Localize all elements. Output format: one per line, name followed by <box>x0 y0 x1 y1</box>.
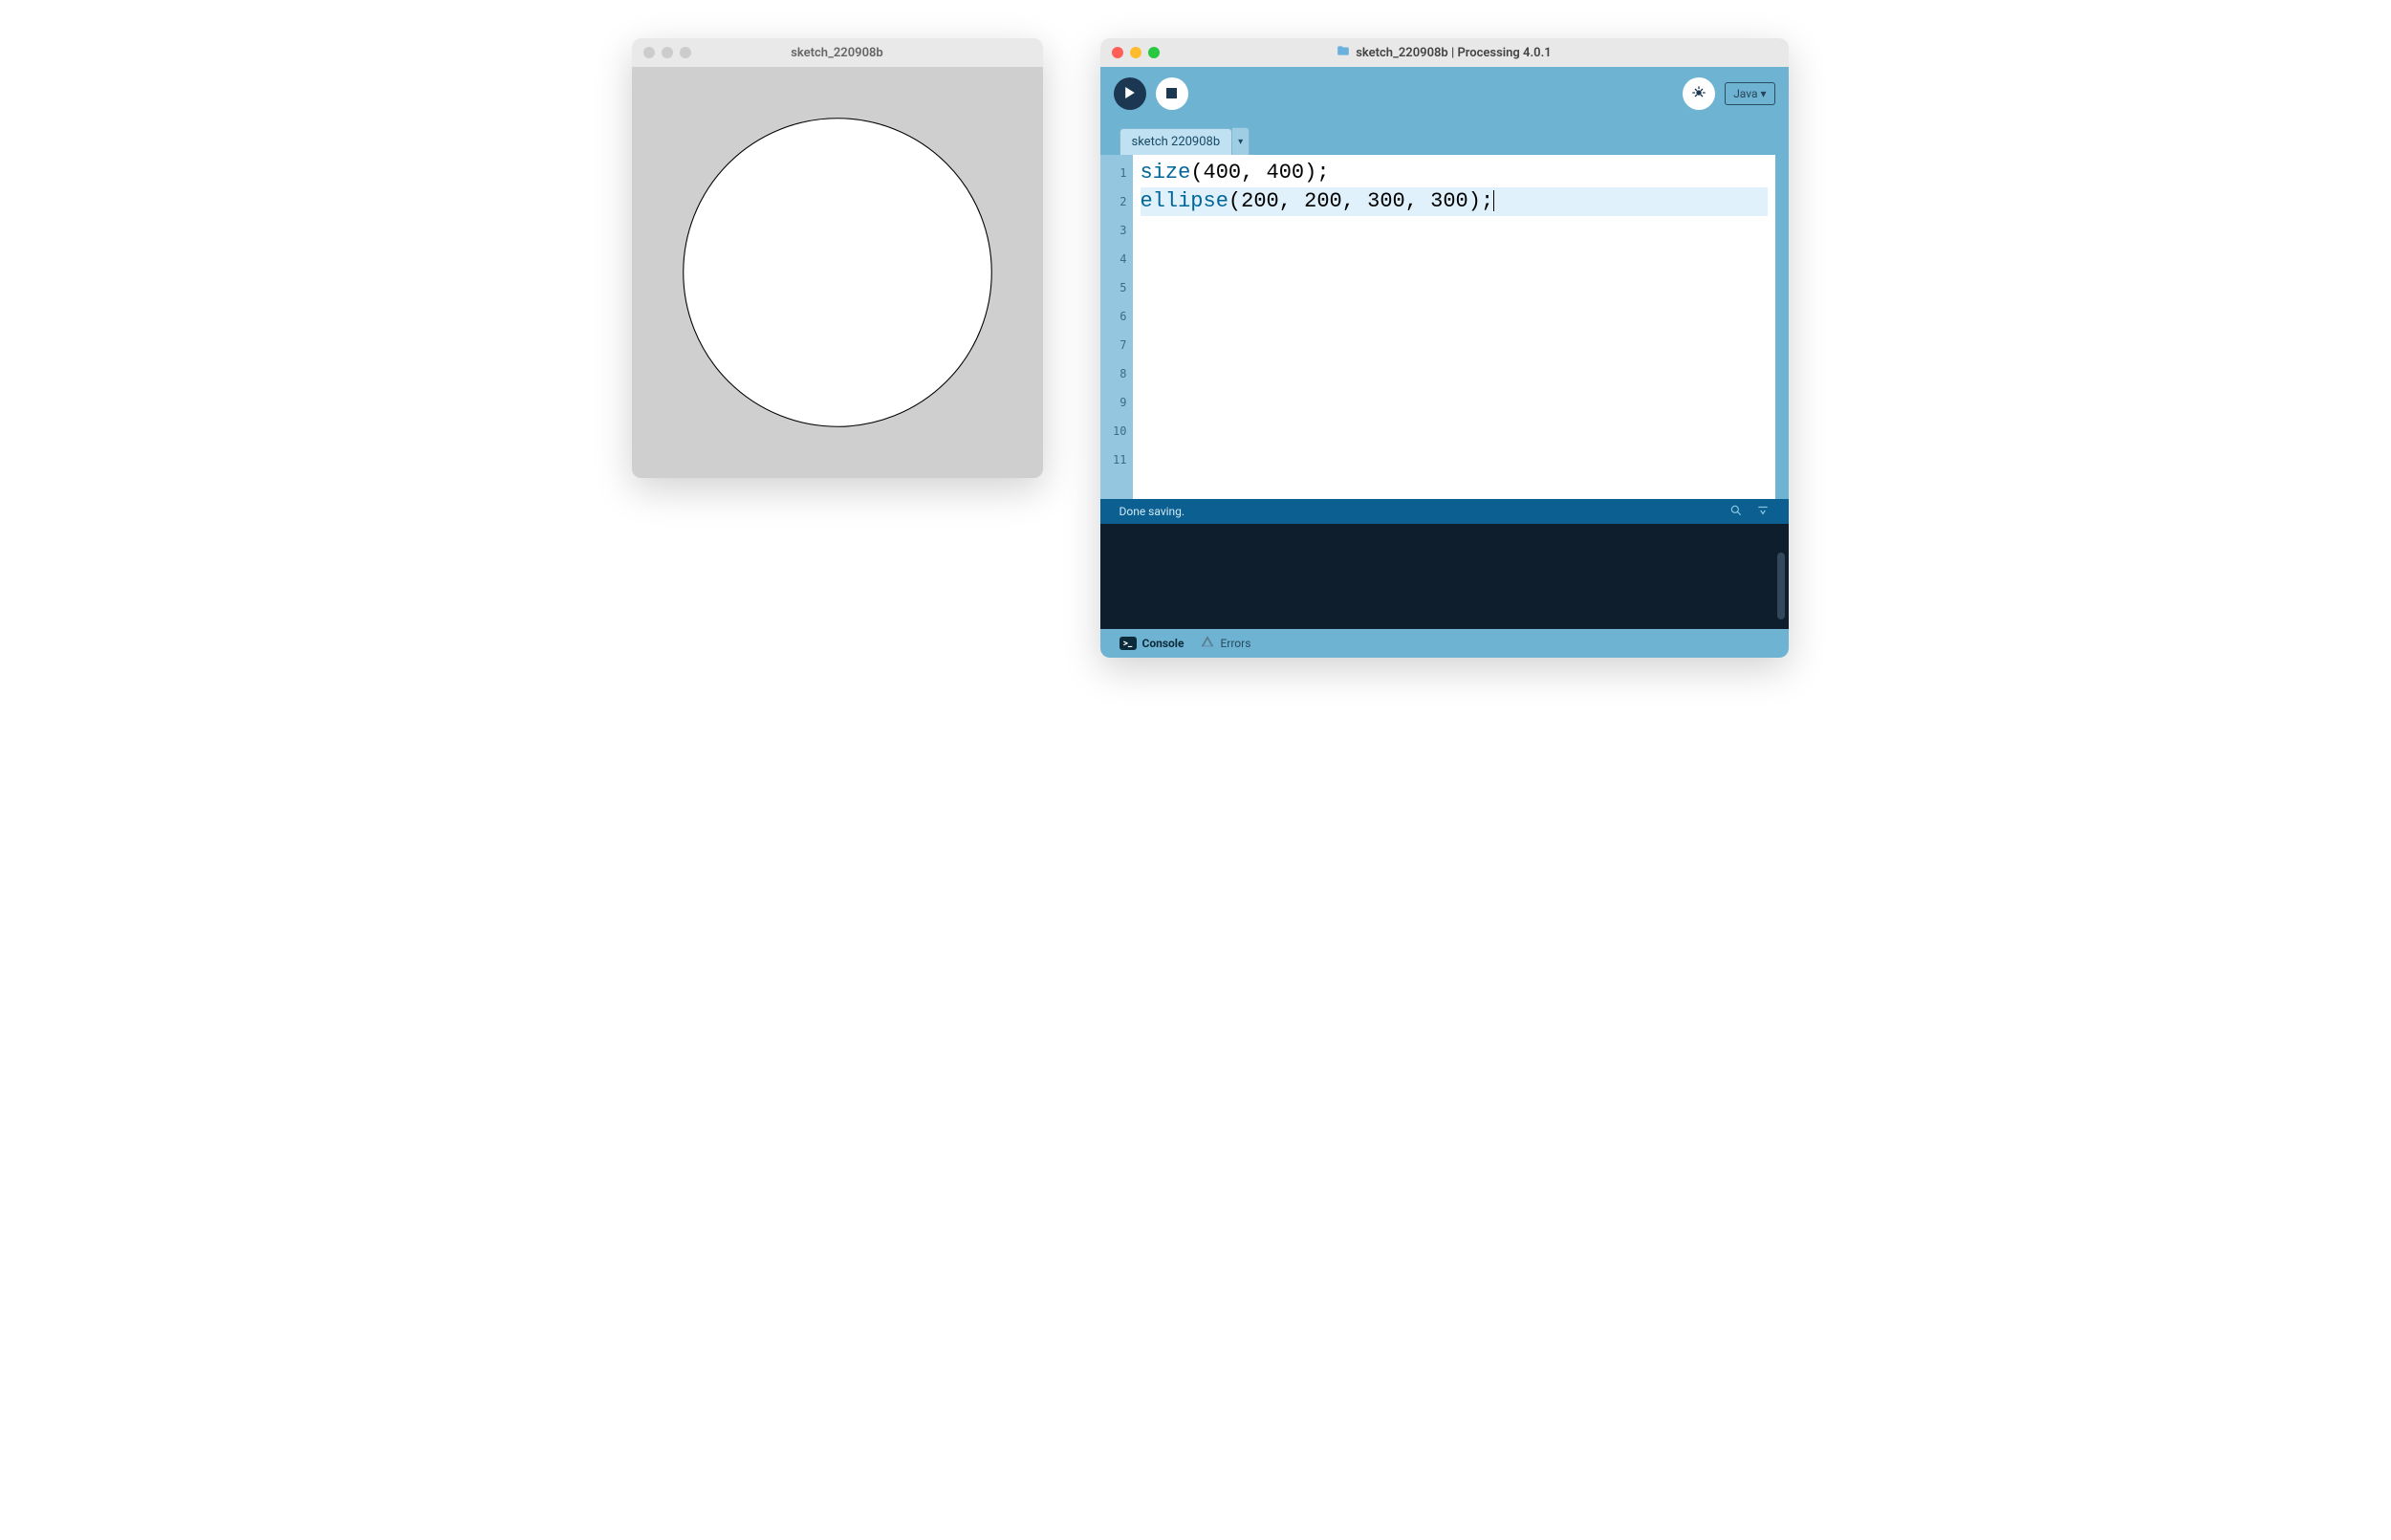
code-line[interactable] <box>1141 245 1768 273</box>
folder-icon <box>1337 44 1350 61</box>
traffic-lights[interactable] <box>1112 47 1160 58</box>
line-number: 3 <box>1100 216 1127 245</box>
line-number: 6 <box>1100 302 1127 331</box>
file-tab-label: sketch 220908b <box>1132 135 1221 149</box>
sketch-titlebar[interactable]: sketch_220908b <box>632 38 1043 67</box>
line-number: 8 <box>1100 359 1127 388</box>
editor-area: 1234567891011 size(400, 400);ellipse(200… <box>1100 155 1789 499</box>
debug-icon <box>1691 85 1706 103</box>
code-line[interactable] <box>1141 302 1768 331</box>
text-cursor <box>1493 190 1494 211</box>
code-line[interactable] <box>1141 417 1768 445</box>
stop-button[interactable] <box>1156 77 1188 110</box>
sketch-canvas-area <box>632 67 1043 478</box>
run-button[interactable] <box>1114 77 1146 110</box>
code-line[interactable] <box>1141 388 1768 417</box>
stop-icon <box>1166 87 1177 101</box>
keyword-token: size <box>1141 161 1191 184</box>
minimize-icon[interactable] <box>662 47 673 58</box>
debug-button[interactable] <box>1683 77 1715 110</box>
file-tab-active[interactable]: sketch 220908b <box>1119 128 1233 155</box>
ide-toolbar: Java ▾ <box>1100 67 1789 120</box>
play-icon <box>1124 87 1136 101</box>
keyword-token: ellipse <box>1141 189 1228 213</box>
line-number: 1 <box>1100 159 1127 187</box>
code-line[interactable]: ellipse(200, 200, 300, 300); <box>1141 187 1768 216</box>
warning-icon <box>1201 635 1214 652</box>
console-scrollbar[interactable] <box>1777 553 1785 619</box>
code-line[interactable] <box>1141 359 1768 388</box>
ide-window-title: sketch_220908b | Processing 4.0.1 <box>1100 44 1789 61</box>
sketch-canvas <box>632 67 1043 478</box>
mode-selector[interactable]: Java ▾ <box>1725 82 1774 105</box>
code-text: (400, 400); <box>1190 161 1329 184</box>
code-line[interactable] <box>1141 273 1768 302</box>
status-message: Done saving. <box>1119 505 1185 518</box>
tab-errors-label: Errors <box>1220 637 1250 650</box>
terminal-icon: >_ <box>1119 637 1137 650</box>
status-bar: Done saving. <box>1100 499 1789 524</box>
chevron-down-icon: ▾ <box>1238 137 1243 147</box>
sketch-window-title: sketch_220908b <box>632 46 1043 60</box>
tab-errors[interactable]: Errors <box>1201 635 1250 652</box>
line-number: 2 <box>1100 187 1127 216</box>
code-line[interactable] <box>1141 331 1768 359</box>
line-number: 5 <box>1100 273 1127 302</box>
line-number: 9 <box>1100 388 1127 417</box>
line-number: 10 <box>1100 417 1127 445</box>
line-number-gutter: 1234567891011 <box>1100 155 1133 499</box>
ide-title-text: sketch_220908b | Processing 4.0.1 <box>1356 46 1551 60</box>
console-panel <box>1100 524 1789 629</box>
code-line[interactable] <box>1141 445 1768 474</box>
mode-label: Java ▾ <box>1733 87 1766 100</box>
close-icon[interactable] <box>1112 47 1123 58</box>
line-number: 7 <box>1100 331 1127 359</box>
line-number: 4 <box>1100 245 1127 273</box>
tab-console-label: Console <box>1142 637 1185 650</box>
search-icon[interactable] <box>1729 504 1743 520</box>
traffic-lights-inactive[interactable] <box>643 47 691 58</box>
zoom-icon[interactable] <box>680 47 691 58</box>
ide-window[interactable]: sketch_220908b | Processing 4.0.1 <box>1100 38 1789 658</box>
code-line[interactable]: size(400, 400); <box>1141 159 1768 187</box>
tab-dropdown-button[interactable]: ▾ <box>1232 127 1250 155</box>
code-text: (200, 200, 300, 300); <box>1228 189 1493 213</box>
bottom-tabbar: >_ Console Errors <box>1100 629 1789 658</box>
file-tabbar: sketch 220908b ▾ <box>1100 120 1789 155</box>
toggle-console-icon[interactable] <box>1756 504 1770 520</box>
code-editor[interactable]: size(400, 400);ellipse(200, 200, 300, 30… <box>1133 155 1775 499</box>
ide-titlebar[interactable]: sketch_220908b | Processing 4.0.1 <box>1100 38 1789 67</box>
tab-console[interactable]: >_ Console <box>1119 637 1185 650</box>
zoom-icon[interactable] <box>1148 47 1160 58</box>
close-icon[interactable] <box>643 47 655 58</box>
line-number: 11 <box>1100 445 1127 474</box>
minimize-icon[interactable] <box>1130 47 1141 58</box>
code-line[interactable] <box>1141 216 1768 245</box>
sketch-output-window[interactable]: sketch_220908b <box>632 38 1043 478</box>
